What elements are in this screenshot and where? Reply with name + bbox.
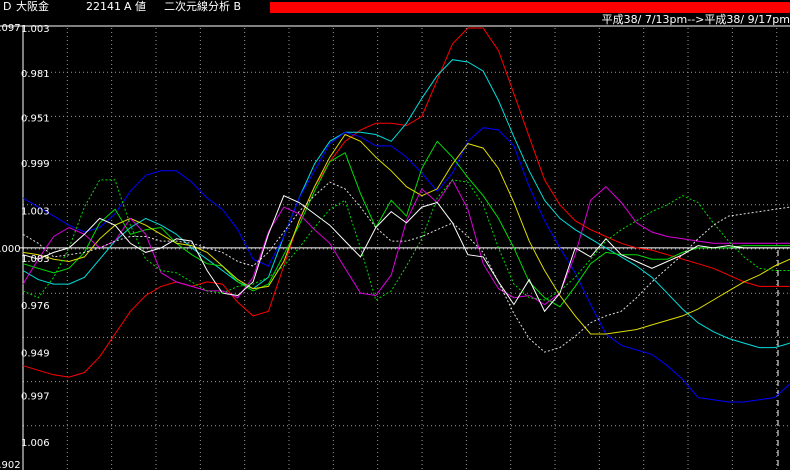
series-line-8 — [22, 179, 790, 301]
y-tick-label: 0.999 — [21, 159, 50, 170]
y-tick-label: 0.949 — [21, 348, 50, 359]
series-line-2 — [22, 59, 790, 349]
y-tick-label: 1.006 — [21, 438, 50, 449]
series-line-1 — [22, 27, 790, 378]
y-tick-label: 0.902 — [0, 460, 21, 470]
y-tick-label: 0.981 — [21, 69, 50, 80]
y-tick-label: 1.097 — [0, 23, 21, 34]
y-tick-label: 1.003 — [21, 24, 50, 35]
y-tick-label: 0.951 — [21, 114, 50, 125]
series-lines — [22, 27, 790, 403]
line-chart: 1.0971.0030.9810.9510.9991.0031.0001.003… — [0, 23, 790, 470]
y-tick-label: 1.000 — [0, 244, 21, 255]
series-line-3 — [22, 127, 790, 403]
y-tick-label: 1.003 — [21, 207, 50, 218]
y-axis-labels: 1.0971.0030.9810.9510.9991.0031.0001.003… — [0, 23, 50, 470]
series-line-9 — [22, 181, 790, 353]
y-tick-label: 0.976 — [21, 301, 50, 312]
series-line-4 — [22, 140, 790, 308]
grid — [23, 28, 790, 470]
y-tick-label: 1.003 — [21, 254, 50, 265]
series-line-7 — [22, 195, 790, 313]
axes — [0, 25, 790, 470]
y-tick-label: 0.997 — [21, 392, 50, 403]
